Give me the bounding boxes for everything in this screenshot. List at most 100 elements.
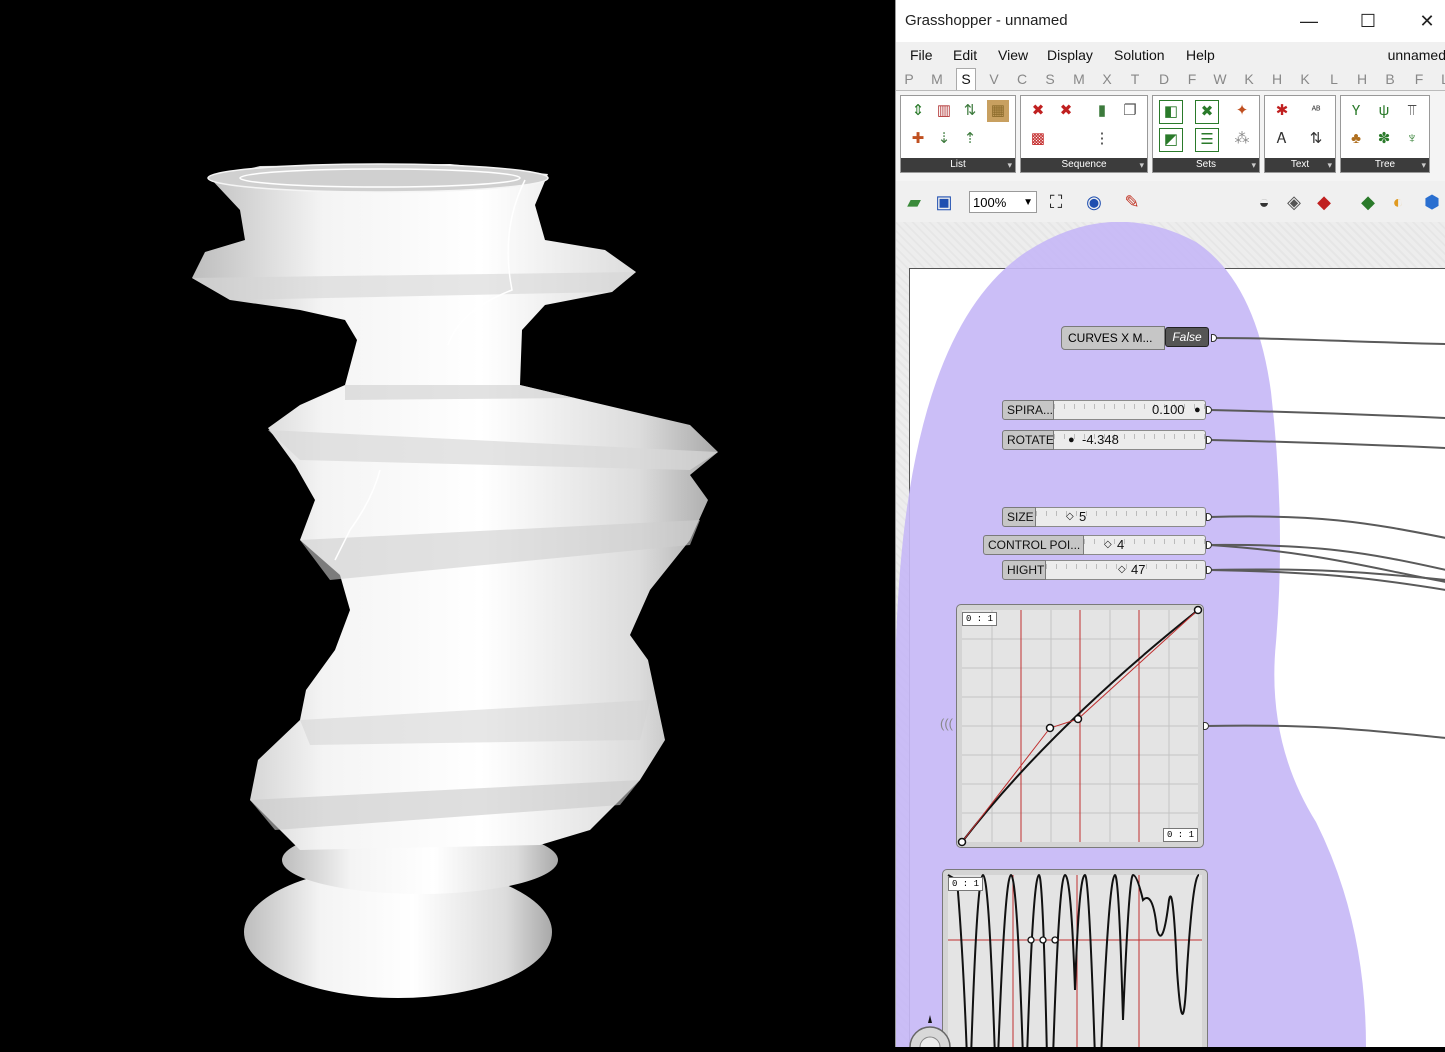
member-index-icon[interactable]: ✦ [1231,100,1253,122]
text-join-icon[interactable]: ✱ [1271,100,1293,122]
tab-surface[interactable]: S [1041,71,1059,87]
menu-display[interactable]: Display [1047,47,1093,63]
tab-b[interactable]: B [1381,71,1399,87]
flatten-tree-icon[interactable]: ψ [1373,100,1395,122]
knob-component[interactable] [904,1007,954,1047]
shaded-preview-icon[interactable]: ◆ [1312,190,1336,214]
list-length-icon[interactable]: ▥ [933,100,955,122]
tab-curve[interactable]: C [1013,71,1031,87]
find-similar-icon[interactable]: ⁂ [1231,128,1253,150]
tab-f[interactable]: F [1183,71,1201,87]
sort-text-icon[interactable]: ⇅ [1305,128,1327,150]
trim-tree-icon[interactable]: ⫪ [1401,100,1423,122]
sort-list-icon[interactable]: ⇅ [959,100,981,122]
range-icon[interactable]: ⋮ [1091,128,1113,150]
panel-expand-icon[interactable]: ▾ [1007,158,1012,172]
preview-eye-icon[interactable]: ◉ [1082,190,1106,214]
tab-kangaroo[interactable]: K [1240,71,1258,87]
rhino-viewport[interactable] [0,0,895,1047]
tab-transform[interactable]: T [1126,71,1144,87]
tab-vector[interactable]: V [985,71,1003,87]
tab-h2[interactable]: H [1353,71,1371,87]
set-union-icon[interactable]: ◧ [1159,100,1183,124]
tab-h[interactable]: H [1268,71,1286,87]
control-points-slider[interactable]: CONTROL POI... ◇ 4 [983,535,1212,555]
slider-grip-icon[interactable]: ● [1068,431,1075,449]
close-button[interactable]: ✕ [1414,9,1440,33]
random-icon[interactable]: ▩ [1027,128,1049,150]
series-icon[interactable]: ▮ [1091,100,1113,122]
panel-expand-icon[interactable]: ▾ [1251,158,1256,172]
graph-range-top[interactable]: 0 : 1 [962,612,998,626]
tree-branch-icon[interactable]: ✽ [1373,128,1395,150]
spiral-slider[interactable]: SPIRA... 0.100 ● [1002,400,1212,420]
slider-track[interactable] [1054,430,1206,450]
grasshopper-canvas[interactable]: CURVES X M... False SPIRA... 0.100 ● ROT… [896,222,1445,1047]
wireframe-icon[interactable]: ◈ [1282,190,1306,214]
tab-maths[interactable]: M [928,71,946,87]
panel-expand-icon[interactable]: ▾ [1327,158,1332,172]
prune-tree-icon[interactable]: ♣ [1345,128,1367,150]
graph-mapper-bezier[interactable]: 0 : 1 0 : 1 [956,604,1209,848]
preview-mode-icon[interactable]: ◒ [1252,190,1276,214]
toggle-value[interactable]: False [1165,327,1209,347]
cull-index-icon[interactable]: ✖ [1027,100,1049,122]
set-intersection-icon[interactable]: ☰ [1195,128,1219,152]
list-item-icon[interactable]: ⇕ [907,100,929,122]
minimize-button[interactable]: — [1296,9,1322,33]
graph-plot[interactable] [943,870,1207,1047]
graph-mapper-sine[interactable]: 0 : 1 [942,869,1208,1047]
set-majority-icon[interactable]: ◩ [1159,128,1183,152]
insert-items-icon[interactable]: ✚ [907,128,929,150]
menu-file[interactable]: File [910,47,933,63]
tab-intersect[interactable]: X [1098,71,1116,87]
slider-grip-icon[interactable]: ● [1194,401,1201,419]
menu-solution[interactable]: Solution [1114,47,1165,63]
list-grid-icon[interactable]: ▦ [987,100,1009,122]
render-preview-icon[interactable]: ⬢ [1420,190,1444,214]
tab-k[interactable]: K [1296,71,1314,87]
panel-expand-icon[interactable]: ▾ [1421,158,1426,172]
material-icon[interactable]: ◐ [1386,190,1410,214]
open-file-icon[interactable]: ▰ [902,190,926,214]
graft-tree-icon[interactable]: Ү [1345,100,1367,122]
maximize-button[interactable]: ☐ [1355,9,1381,33]
text-split-icon[interactable]: Ꭺ [1271,128,1293,150]
input-port-icon[interactable]: ((( [940,716,953,731]
zoom-extents-icon[interactable]: ⛶ [1044,190,1068,214]
graph-plot[interactable] [957,605,1203,847]
slider-grip-icon[interactable]: ◇ [1066,508,1074,526]
tab-f2[interactable]: F [1410,71,1428,87]
preview-selected-icon[interactable]: ◆ [1356,190,1380,214]
tab-sets[interactable]: S [956,68,976,90]
sort-az-icon[interactable]: ⇣ [933,128,955,150]
menu-view[interactable]: View [998,47,1028,63]
explode-tree-icon[interactable]: ♆ [1401,128,1423,150]
slider-track[interactable] [1084,535,1206,555]
title-bar[interactable]: Grasshopper - unnamed — ☐ ✕ [896,0,1445,42]
tab-l2[interactable]: L [1436,71,1445,87]
tab-mesh[interactable]: M [1070,71,1088,87]
tab-display[interactable]: D [1155,71,1173,87]
set-difference-icon[interactable]: ✖ [1195,100,1219,124]
duplicate-icon[interactable]: ❐ [1119,100,1141,122]
menu-edit[interactable]: Edit [953,47,977,63]
graph-range-bottom[interactable]: 0 : 1 [1162,828,1198,842]
tab-l[interactable]: L [1325,71,1343,87]
slider-grip-icon[interactable]: ◇ [1118,561,1126,579]
panel-expand-icon[interactable]: ▾ [1139,158,1144,172]
size-slider[interactable]: SIZE ◇ 5 [1002,507,1212,527]
rotate-slider[interactable]: ROTATE ● -4.348 [1002,430,1212,450]
cull-pattern-icon[interactable]: ✖ [1055,100,1077,122]
tab-params[interactable]: P [900,71,918,87]
reverse-list-icon[interactable]: ⇡ [959,128,981,150]
save-file-icon[interactable]: ▣ [932,190,956,214]
zoom-dropdown[interactable]: 100% ▼ [969,191,1037,213]
menu-help[interactable]: Help [1186,47,1215,63]
slider-track[interactable] [1036,507,1206,527]
slider-grip-icon[interactable]: ◇ [1104,536,1112,554]
hight-slider[interactable]: HIGHT ◇ 47 [1002,560,1212,580]
tab-w[interactable]: W [1211,71,1229,87]
slider-track[interactable] [1046,560,1206,580]
graph-range-top[interactable]: 0 : 1 [948,877,984,891]
